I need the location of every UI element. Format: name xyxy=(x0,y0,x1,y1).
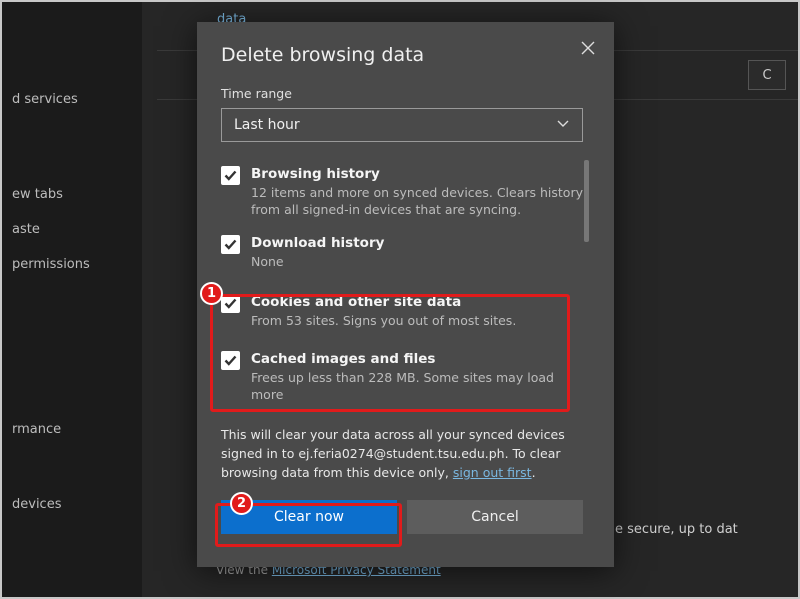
dialog-buttons: Clear now Cancel xyxy=(221,500,583,534)
options-list: Browsing history 12 items and more on sy… xyxy=(221,160,583,414)
sidebar-item[interactable]: devices xyxy=(2,487,142,522)
sign-out-link[interactable]: sign out first xyxy=(453,465,532,480)
checkbox-checked-icon[interactable] xyxy=(221,235,240,254)
checkbox-checked-icon[interactable] xyxy=(221,351,240,370)
annotation-badge-1: 1 xyxy=(200,282,223,305)
checkbox-checked-icon[interactable] xyxy=(221,294,240,313)
time-range-label: Time range xyxy=(221,86,590,101)
choose-button[interactable]: C xyxy=(748,60,786,90)
option-subtitle: From 53 sites. Signs you out of most sit… xyxy=(251,313,516,330)
time-range-select[interactable]: Last hour xyxy=(221,108,583,142)
sidebar-item[interactable]: ew tabs xyxy=(2,177,142,212)
option-subtitle: 12 items and more on synced devices. Cle… xyxy=(251,185,583,219)
warning-text: This will clear your data across all you… xyxy=(221,426,583,482)
scrollbar[interactable] xyxy=(584,160,589,242)
option-cookies[interactable]: Cookies and other site data From 53 site… xyxy=(221,281,583,340)
annotation-badge-2: 2 xyxy=(230,492,253,515)
option-subtitle: None xyxy=(251,254,384,271)
option-subtitle: Frees up less than 228 MB. Some sites ma… xyxy=(251,370,583,404)
option-title: Cookies and other site data xyxy=(251,293,516,311)
sidebar-item[interactable]: aste xyxy=(2,212,142,247)
dialog-title: Delete browsing data xyxy=(221,44,590,66)
sidebar-item[interactable]: d services xyxy=(2,82,142,117)
option-title: Cached images and files xyxy=(251,350,583,368)
option-title: Browsing history xyxy=(251,165,583,183)
sidebar-item[interactable]: permissions xyxy=(2,247,142,282)
option-browsing-history[interactable]: Browsing history 12 items and more on sy… xyxy=(221,160,583,229)
cancel-button[interactable]: Cancel xyxy=(407,500,583,534)
checkbox-checked-icon[interactable] xyxy=(221,166,240,185)
chevron-down-icon xyxy=(556,117,570,133)
close-icon[interactable] xyxy=(576,36,600,60)
option-download-history[interactable]: Download history None xyxy=(221,229,583,281)
option-cached[interactable]: Cached images and files Frees up less th… xyxy=(221,340,583,414)
sidebar-item[interactable]: rmance xyxy=(2,412,142,447)
delete-browsing-data-dialog: Delete browsing data Time range Last hou… xyxy=(197,22,614,567)
option-title: Download history xyxy=(251,234,384,252)
time-range-value: Last hour xyxy=(234,117,300,133)
settings-sidebar: d services ew tabs aste permissions rman… xyxy=(2,2,142,597)
